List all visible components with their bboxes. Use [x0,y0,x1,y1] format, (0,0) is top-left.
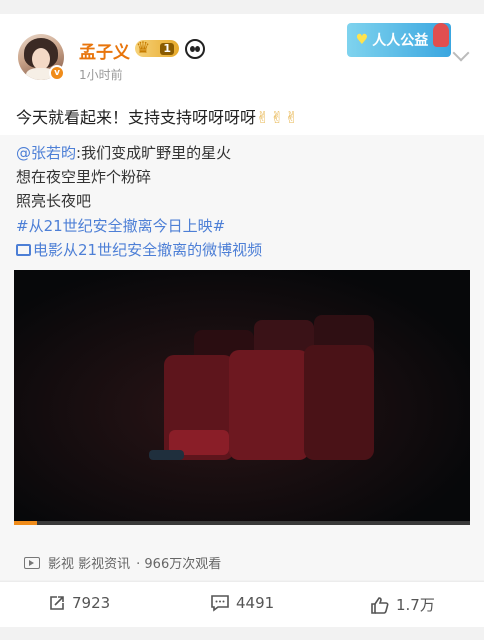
panda-icon [185,39,205,59]
tv-icon [24,556,40,569]
mention-link[interactable]: @张若昀 [16,144,76,162]
cinema-seats-thumbnail [14,270,470,525]
video-player[interactable] [14,270,470,525]
repost-button[interactable]: 7923 [48,594,110,612]
charity-label: 人人公益 [372,33,429,49]
victory-emoji: ✌✌✌ [256,108,300,127]
video-meta: 影视 影视资讯 · 966万次观看 [24,553,221,572]
action-bar: 7923 4491 1.7万 [0,581,484,627]
quoted-line-2: 想在夜空里炸个粉碎 [16,168,152,186]
author-name[interactable]: 孟子义 [79,38,130,63]
like-icon [371,596,389,614]
post-text-body: 今天就看起来！支持支持呀呀呀呀 [16,108,257,127]
hashtag-link[interactable]: #从21世纪安全撤离今日上映# [16,215,225,236]
like-count: 1.7万 [396,596,435,614]
video-play-icon [16,244,31,256]
heart-icon: ♥ [355,32,369,48]
vip-badge[interactable]: ♛ 1 [135,38,179,57]
post-text: 今天就看起来！支持支持呀呀呀呀✌✌✌ [16,104,299,128]
video-link-label: 电影从21世纪安全撤离的微博视频 [33,241,263,259]
like-button[interactable]: 1.7万 [370,594,435,615]
vip-crown-icon: ♛ [135,38,151,57]
video-source[interactable]: 影视 影视资讯 [48,553,130,572]
repost-icon [50,596,64,610]
video-progress-fill [14,521,37,525]
post-time[interactable]: 1小时前 [79,66,123,83]
video-progress-bar[interactable] [14,521,470,525]
mascot-icon [433,23,449,47]
comment-button[interactable]: 4491 [210,594,274,612]
quoted-line-3: 照亮长夜吧 [16,192,92,210]
video-link[interactable]: 电影从21世纪安全撤离的微博视频 [16,239,262,260]
quoted-post[interactable]: @张若昀:我们变成旷野里的星火 想在夜空里炸个粉碎 照亮长夜吧 #从21世纪安全… [0,135,484,580]
video-views: · 966万次观看 [136,557,222,572]
comment-icon [211,595,229,612]
verified-icon: v [49,65,65,81]
repost-count: 7923 [72,594,111,612]
avatar-face [32,48,50,70]
quoted-line-1: @张若昀:我们变成旷野里的星火 [16,142,231,163]
chevron-down-icon[interactable] [452,44,470,62]
charity-badge[interactable]: ♥ 人人公益 [347,23,451,57]
weibo-post-card: v 孟子义 ♛ 1 1小时前 ♥ 人人公益 今天就看起来！支持支持呀呀呀呀✌✌✌… [0,14,484,580]
comment-count: 4491 [236,594,275,612]
vip-level: 1 [160,42,174,55]
quoted-line-1-text: :我们变成旷野里的星火 [76,144,232,162]
